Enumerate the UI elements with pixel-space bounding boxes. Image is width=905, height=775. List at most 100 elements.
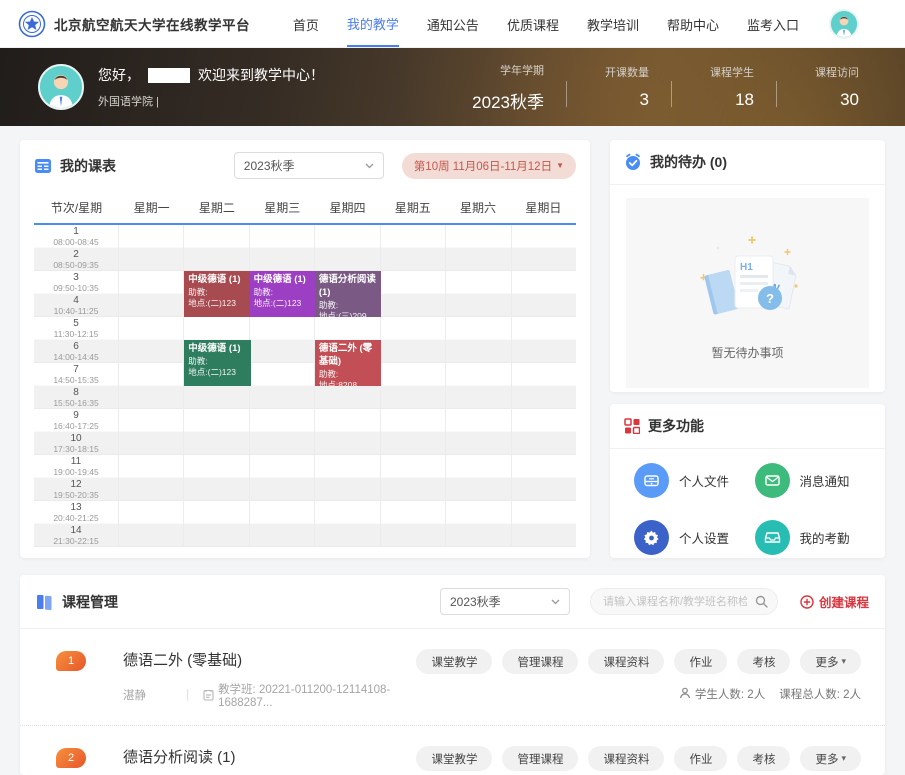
timetable-cell[interactable] — [184, 386, 249, 409]
timetable-cell[interactable] — [512, 248, 576, 271]
timetable-cell[interactable] — [119, 248, 184, 271]
timetable-cell[interactable] — [119, 225, 184, 248]
timetable-cell[interactable] — [446, 317, 511, 340]
search-icon[interactable] — [755, 595, 768, 613]
timetable-cell[interactable] — [119, 363, 184, 386]
timetable-cell[interactable] — [512, 386, 576, 409]
timetable-cell[interactable] — [381, 501, 446, 524]
action-button-课堂教学[interactable]: 课堂教学 — [416, 649, 492, 674]
timetable-cell[interactable] — [512, 524, 576, 547]
course-search-input[interactable] — [590, 588, 778, 615]
action-button-管理课程[interactable]: 管理课程 — [502, 649, 578, 674]
timetable-cell[interactable] — [250, 363, 315, 386]
timetable-cell[interactable] — [250, 317, 315, 340]
nav-item-我的教学[interactable]: 我的教学 — [347, 0, 399, 47]
timetable-cell[interactable] — [512, 225, 576, 248]
timetable-cell[interactable] — [119, 478, 184, 501]
timetable-cell[interactable] — [250, 225, 315, 248]
timetable-cell[interactable] — [446, 524, 511, 547]
timetable-cell[interactable] — [381, 478, 446, 501]
course-name[interactable]: 德语二外 (零基础) — [123, 649, 416, 670]
timetable-cell[interactable] — [512, 432, 576, 455]
timetable-cell[interactable] — [315, 248, 380, 271]
timetable-cell[interactable] — [446, 294, 511, 317]
timetable-cell[interactable] — [381, 294, 446, 317]
timetable-cell[interactable] — [381, 225, 446, 248]
timetable-cell[interactable] — [184, 225, 249, 248]
timetable-cell[interactable] — [315, 409, 380, 432]
timetable-cell[interactable] — [184, 409, 249, 432]
timetable-cell[interactable] — [512, 501, 576, 524]
timetable-cell[interactable] — [512, 409, 576, 432]
timetable-cell[interactable] — [250, 432, 315, 455]
timetable-cell[interactable] — [512, 455, 576, 478]
action-button-考核[interactable]: 考核 — [737, 746, 790, 771]
timetable-cell[interactable] — [381, 363, 446, 386]
timetable-cell[interactable] — [446, 248, 511, 271]
timetable-cell[interactable] — [446, 432, 511, 455]
action-button-课堂教学[interactable]: 课堂教学 — [416, 746, 492, 771]
week-selector[interactable]: 第10周 11月06日-11月12日 ▼ — [402, 153, 576, 179]
course-name[interactable]: 德语分析阅读 (1) — [123, 746, 416, 767]
timetable-cell[interactable] — [446, 340, 511, 363]
course-block[interactable]: 德语分析阅读 (1)助教:地点:(三)209 — [315, 271, 381, 317]
more-item-消息通知[interactable]: 消息通知 — [755, 463, 876, 498]
create-course-button[interactable]: 创建课程 — [800, 592, 869, 611]
timetable-cell[interactable] — [446, 225, 511, 248]
nav-item-监考入口[interactable]: 监考入口 — [747, 1, 799, 46]
timetable-cell[interactable] — [512, 294, 576, 317]
timetable-cell[interactable] — [446, 455, 511, 478]
nav-item-帮助中心[interactable]: 帮助中心 — [667, 1, 719, 46]
timetable-cell[interactable] — [381, 386, 446, 409]
timetable-cell[interactable] — [250, 340, 315, 363]
timetable-cell[interactable] — [381, 455, 446, 478]
timetable-cell[interactable] — [119, 271, 184, 294]
more-item-个人文件[interactable]: 个人文件 — [634, 463, 755, 498]
timetable-cell[interactable] — [381, 248, 446, 271]
timetable-cell[interactable] — [250, 248, 315, 271]
timetable-cell[interactable] — [315, 501, 380, 524]
timetable-cell[interactable] — [512, 340, 576, 363]
action-button-考核[interactable]: 考核 — [737, 649, 790, 674]
timetable-cell[interactable] — [184, 248, 249, 271]
profile-avatar[interactable] — [38, 64, 84, 110]
timetable-cell[interactable] — [512, 317, 576, 340]
timetable-cell[interactable] — [315, 478, 380, 501]
timetable-cell[interactable] — [250, 455, 315, 478]
timetable-cell[interactable] — [119, 386, 184, 409]
action-button-作业[interactable]: 作业 — [674, 746, 727, 771]
action-button-课程资料[interactable]: 课程资料 — [588, 746, 664, 771]
more-item-个人设置[interactable]: 个人设置 — [634, 520, 755, 555]
timetable-cell[interactable] — [119, 432, 184, 455]
action-button-课程资料[interactable]: 课程资料 — [588, 649, 664, 674]
course-block[interactable]: 德语二外 (零基础)助教:地点:8208 — [315, 340, 381, 386]
action-button-更多[interactable]: 更多▾ — [800, 746, 861, 771]
action-button-更多[interactable]: 更多▾ — [800, 649, 861, 674]
course-term-select[interactable]: 2023秋季 — [440, 588, 570, 615]
timetable-cell[interactable] — [119, 501, 184, 524]
timetable-cell[interactable] — [381, 409, 446, 432]
user-avatar[interactable] — [829, 9, 859, 39]
timetable-cell[interactable] — [315, 524, 380, 547]
timetable-cell[interactable] — [446, 386, 511, 409]
timetable-cell[interactable] — [250, 386, 315, 409]
timetable-cell[interactable] — [446, 409, 511, 432]
timetable-cell[interactable] — [119, 524, 184, 547]
action-button-管理课程[interactable]: 管理课程 — [502, 746, 578, 771]
timetable-cell[interactable] — [119, 409, 184, 432]
timetable-cell[interactable] — [119, 340, 184, 363]
timetable-cell[interactable] — [381, 340, 446, 363]
timetable-cell[interactable] — [512, 271, 576, 294]
timetable-cell[interactable] — [184, 317, 249, 340]
nav-item-优质课程[interactable]: 优质课程 — [507, 1, 559, 46]
timetable-cell[interactable] — [315, 455, 380, 478]
timetable-cell[interactable] — [184, 501, 249, 524]
timetable-cell[interactable] — [446, 478, 511, 501]
nav-item-通知公告[interactable]: 通知公告 — [427, 1, 479, 46]
timetable-cell[interactable] — [446, 363, 511, 386]
timetable-cell[interactable] — [381, 317, 446, 340]
timetable-cell[interactable] — [512, 363, 576, 386]
timetable-cell[interactable] — [315, 317, 380, 340]
more-item-我的考勤[interactable]: 我的考勤 — [755, 520, 876, 555]
timetable-cell[interactable] — [184, 432, 249, 455]
